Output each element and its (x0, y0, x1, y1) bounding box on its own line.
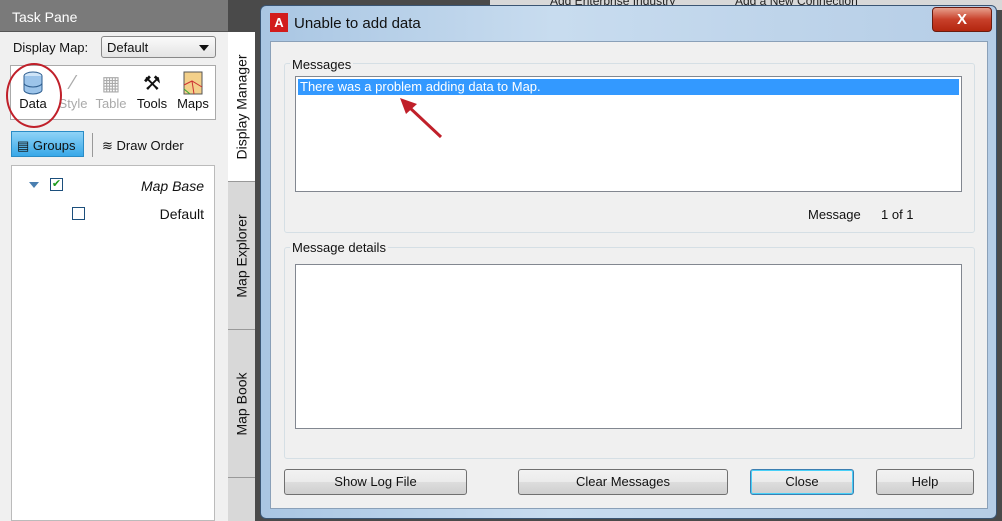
layers-icon: ≋ (102, 138, 117, 153)
message-item[interactable]: There was a problem adding data to Map. (298, 79, 959, 95)
tab-display-manager[interactable]: Display Manager (228, 32, 255, 182)
message-counter-label: Message (808, 207, 861, 222)
message-details-box[interactable] (295, 264, 962, 429)
display-map-select[interactable]: Default (101, 36, 216, 58)
chevron-down-icon (199, 45, 209, 51)
tools-button[interactable]: ⚒ Tools (132, 70, 172, 112)
clear-messages-button[interactable]: Clear Messages (518, 469, 728, 495)
groups-icon: ▤ (17, 138, 33, 153)
map-icon (173, 70, 213, 96)
display-map-value: Default (107, 40, 149, 55)
annotation-circle (6, 63, 62, 128)
task-pane-title: Task Pane (0, 0, 228, 32)
draw-order-button[interactable]: ≋ Draw Order (102, 138, 184, 154)
maps-button[interactable]: Maps (173, 70, 213, 111)
close-button[interactable]: Close (750, 469, 854, 495)
tree-group-label[interactable]: Map Base (141, 178, 204, 194)
divider (92, 133, 93, 157)
autocad-logo-icon: A (270, 13, 288, 32)
table-button[interactable]: ▦ Table (91, 70, 131, 112)
tab-map-explorer[interactable]: Map Explorer (228, 182, 255, 330)
tree-layer-label[interactable]: Default (160, 206, 204, 222)
group-checkbox[interactable]: ✔ (50, 178, 63, 191)
details-label: Message details (290, 240, 388, 255)
tools-icon: ⚒ (143, 72, 161, 95)
table-icon: ▦ (101, 72, 121, 95)
display-map-label: Display Map: (13, 40, 89, 55)
groups-button[interactable]: ▤ Groups (11, 131, 84, 157)
messages-label: Messages (290, 57, 354, 72)
vertical-tabs: Display Manager Map Explorer Map Book (228, 32, 255, 521)
tab-map-book[interactable]: Map Book (228, 330, 255, 478)
help-button[interactable]: Help (876, 469, 974, 495)
layer-tree: ✔ Map Base Default (11, 165, 215, 521)
annotation-arrow (400, 98, 443, 139)
expand-icon[interactable] (29, 182, 39, 188)
message-counter: 1 of 1 (881, 207, 914, 222)
layer-checkbox[interactable] (72, 207, 85, 220)
dialog-title: Unable to add data (294, 15, 421, 32)
show-log-file-button[interactable]: Show Log File (284, 469, 467, 495)
close-window-button[interactable]: X (932, 7, 992, 32)
